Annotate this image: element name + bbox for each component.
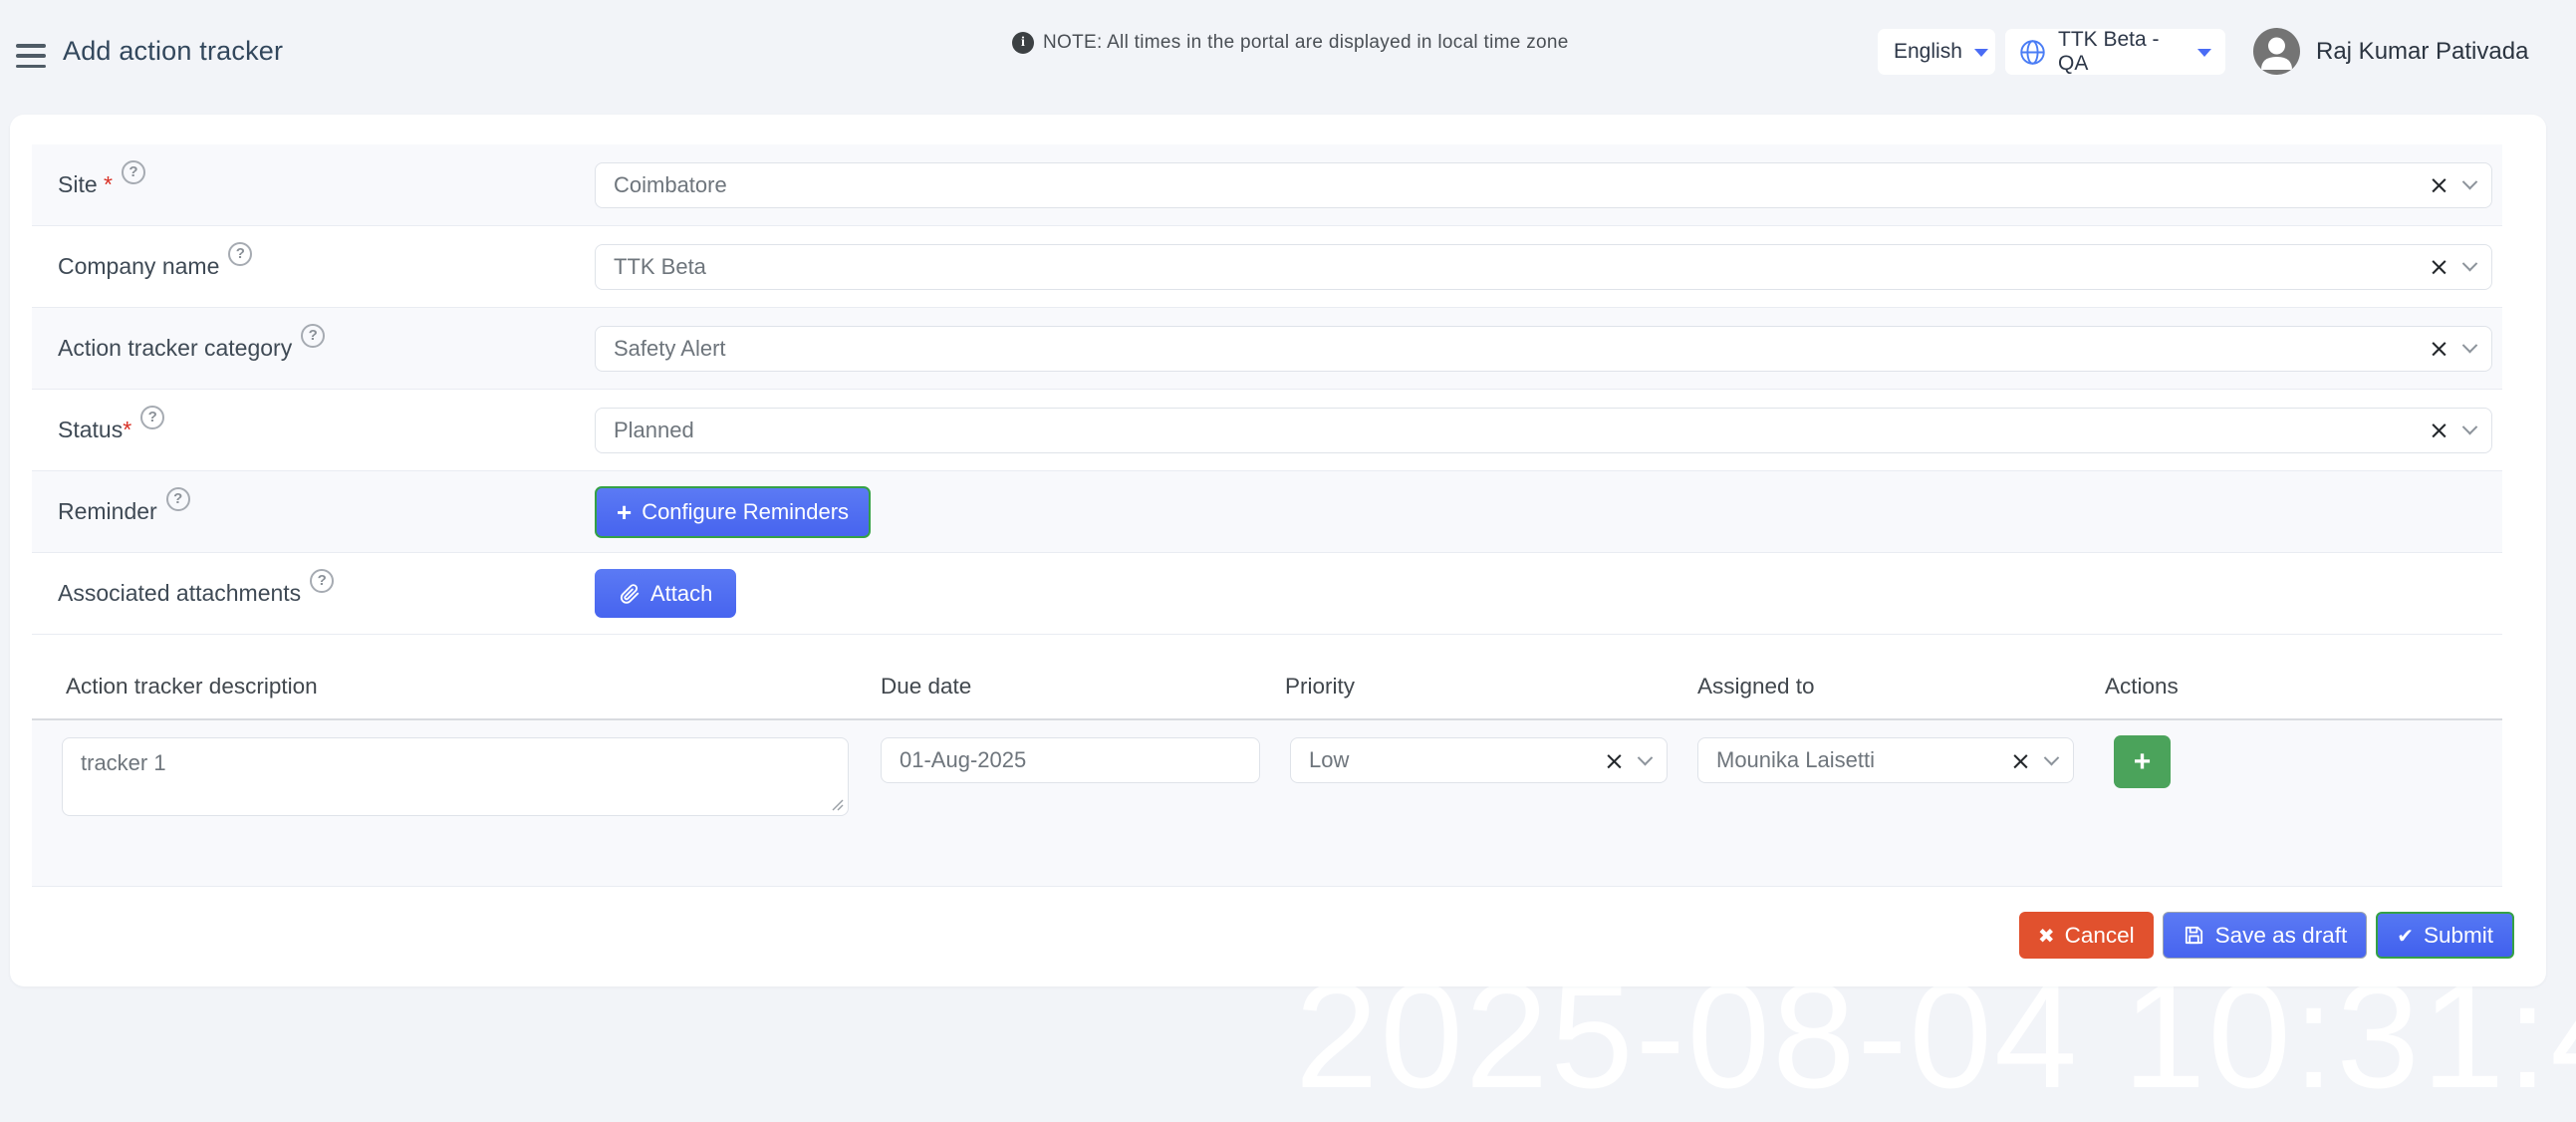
help-icon[interactable]: ?	[122, 160, 145, 184]
category-select-value: Safety Alert	[614, 336, 2429, 362]
attachments-label: Associated attachments ?	[32, 580, 595, 607]
status-select-value: Planned	[614, 418, 2429, 443]
floppy-disk-icon	[2183, 924, 2205, 947]
company-select[interactable]: TTK Beta ×	[595, 244, 2492, 290]
x-icon: ✖	[2038, 924, 2055, 948]
language-dropdown-value: English	[1894, 40, 1962, 64]
description-textarea[interactable]: tracker 1	[62, 737, 849, 816]
user-avatar[interactable]	[2253, 28, 2300, 75]
clear-icon[interactable]: ×	[2429, 336, 2449, 361]
due-date-input[interactable]: 01-Aug-2025	[881, 737, 1260, 783]
help-icon[interactable]: ?	[228, 242, 252, 266]
chevron-down-icon	[2197, 49, 2211, 57]
required-asterisk: *	[98, 171, 113, 198]
chevron-down-icon[interactable]	[2462, 174, 2478, 190]
clear-icon[interactable]: ×	[2429, 418, 2449, 442]
form-row-category: Action tracker category ? Safety Alert ×	[32, 308, 2502, 390]
required-asterisk: *	[123, 417, 131, 443]
page-title: Add action tracker	[63, 36, 283, 67]
form-card: Site * ? Coimbatore × Company name ? TTK…	[10, 115, 2546, 986]
tenant-dropdown-value: TTK Beta - QA	[2058, 28, 2186, 76]
top-header-bar: Add action tracker i NOTE: All times in …	[0, 0, 2576, 104]
table-row: tracker 1 01-Aug-2025 Low × Mounika Lais…	[32, 720, 2502, 887]
hamburger-menu-icon[interactable]	[16, 44, 46, 68]
due-date-value: 01-Aug-2025	[900, 747, 1026, 773]
tracker-table: Action tracker description Due date Prio…	[32, 658, 2502, 887]
column-header-description: Action tracker description	[66, 674, 318, 700]
company-label: Company name ?	[32, 253, 595, 280]
reminder-label: Reminder ?	[32, 498, 595, 525]
tenant-dropdown[interactable]: TTK Beta - QA	[2005, 29, 2225, 75]
form-row-attachments: Associated attachments ? Attach	[32, 553, 2502, 635]
footer-actions: ✖ Cancel Save as draft ✔ Submit	[2019, 912, 2514, 959]
clear-icon[interactable]: ×	[2429, 172, 2449, 197]
chevron-down-icon	[1974, 49, 1988, 57]
user-name: Raj Kumar Pativada	[2316, 38, 2528, 66]
submit-button[interactable]: ✔ Submit	[2376, 912, 2514, 959]
info-icon: i	[1012, 32, 1034, 54]
assigned-to-select[interactable]: Mounika Laisetti ×	[1697, 737, 2074, 783]
category-select[interactable]: Safety Alert ×	[595, 326, 2492, 372]
chevron-down-icon[interactable]	[1638, 749, 1654, 765]
form-row-status: Status* ? Planned ×	[32, 390, 2502, 471]
plus-icon: +	[617, 499, 632, 525]
form-rows: Site * ? Coimbatore × Company name ? TTK…	[32, 144, 2502, 635]
attach-button[interactable]: Attach	[595, 569, 736, 618]
chevron-down-icon[interactable]	[2462, 338, 2478, 354]
check-icon: ✔	[2397, 924, 2414, 948]
chevron-down-icon[interactable]	[2462, 420, 2478, 435]
assigned-to-select-value: Mounika Laisetti	[1716, 747, 2010, 773]
help-icon[interactable]: ?	[140, 406, 164, 429]
site-label: Site * ?	[32, 171, 595, 198]
timezone-note-text: NOTE: All times in the portal are displa…	[1043, 32, 1569, 54]
language-dropdown[interactable]: English	[1878, 29, 1995, 75]
column-header-assigned-to: Assigned to	[1697, 674, 1815, 700]
clear-icon[interactable]: ×	[2010, 748, 2031, 773]
tracker-table-header: Action tracker description Due date Prio…	[32, 658, 2502, 720]
timezone-note: i NOTE: All times in the portal are disp…	[1012, 32, 1569, 54]
status-label: Status* ?	[32, 417, 595, 443]
paperclip-icon	[619, 583, 641, 605]
configure-reminders-button[interactable]: + Configure Reminders	[595, 486, 871, 538]
globe-icon	[2019, 39, 2046, 66]
form-row-company: Company name ? TTK Beta ×	[32, 226, 2502, 308]
priority-select-value: Low	[1309, 747, 1604, 773]
cancel-button[interactable]: ✖ Cancel	[2019, 912, 2154, 959]
form-row-site: Site * ? Coimbatore ×	[32, 144, 2502, 226]
column-header-due-date: Due date	[881, 674, 971, 700]
form-row-reminder: Reminder ? + Configure Reminders	[32, 471, 2502, 553]
add-row-button[interactable]: +	[2114, 735, 2171, 788]
category-label: Action tracker category ?	[32, 335, 595, 362]
plus-icon: +	[2134, 745, 2152, 779]
site-select[interactable]: Coimbatore ×	[595, 162, 2492, 208]
status-select[interactable]: Planned ×	[595, 408, 2492, 453]
column-header-actions: Actions	[2105, 674, 2179, 700]
help-icon[interactable]: ?	[301, 324, 325, 348]
chevron-down-icon[interactable]	[2462, 256, 2478, 272]
company-select-value: TTK Beta	[614, 254, 2429, 280]
site-select-value: Coimbatore	[614, 172, 2429, 198]
priority-select[interactable]: Low ×	[1290, 737, 1668, 783]
save-as-draft-button[interactable]: Save as draft	[2163, 912, 2368, 959]
help-icon[interactable]: ?	[166, 487, 190, 511]
clear-icon[interactable]: ×	[1604, 748, 1625, 773]
clear-icon[interactable]: ×	[2429, 254, 2449, 279]
resize-handle-icon[interactable]	[829, 796, 844, 811]
chevron-down-icon[interactable]	[2044, 749, 2060, 765]
column-header-priority: Priority	[1285, 674, 1355, 700]
help-icon[interactable]: ?	[310, 569, 334, 593]
